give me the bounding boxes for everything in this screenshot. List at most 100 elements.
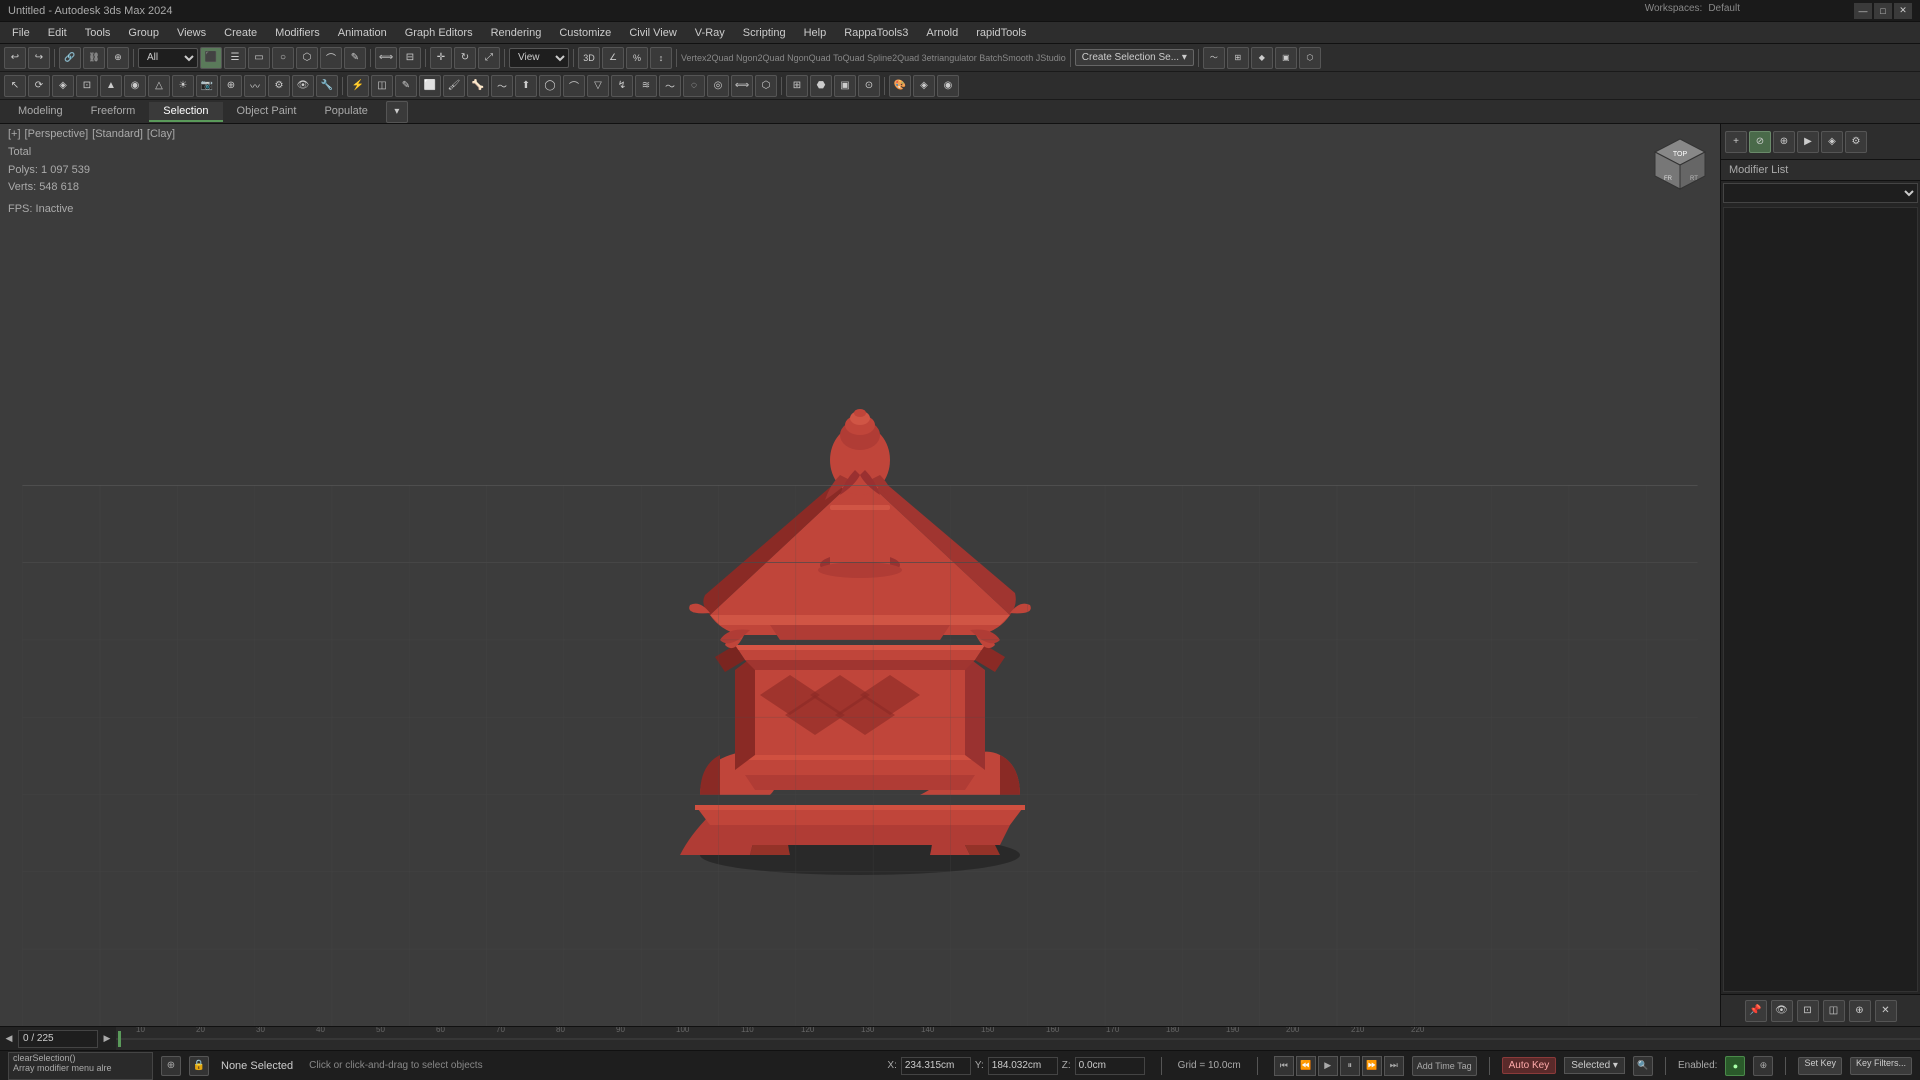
show-end-button[interactable]: ⊡ — [1797, 1000, 1819, 1022]
ffd-btn[interactable]: ⬜ — [419, 75, 441, 97]
viewport[interactable]: [+] [Perspective] [Standard] [Clay] Tota… — [0, 124, 1720, 1026]
menu-rappatools[interactable]: RappaTools3 — [836, 25, 916, 41]
menu-tools[interactable]: Tools — [77, 25, 119, 41]
lock-icon[interactable]: 🔒 — [189, 1056, 209, 1076]
show-original-button[interactable]: ◫ — [1823, 1000, 1845, 1022]
lights-btn[interactable]: ☀ — [172, 75, 194, 97]
tab-modeling[interactable]: Modeling — [4, 102, 77, 122]
fence-select-button[interactable]: ⬡ — [296, 47, 318, 69]
uvwmap-btn[interactable]: ⬣ — [810, 75, 832, 97]
modifier-list-dropdown[interactable] — [1723, 183, 1918, 203]
relax-btn[interactable]: 〜 — [491, 75, 513, 97]
add-time-tag-button[interactable]: Add Time Tag — [1412, 1056, 1477, 1076]
render-setup-button[interactable]: ▣ — [1275, 47, 1297, 69]
unwrap-btn[interactable]: ⊞ — [786, 75, 808, 97]
paint-layers-btn[interactable]: 🎨 — [889, 75, 911, 97]
lasso-select-button[interactable]: ⌒ — [320, 47, 342, 69]
align-button[interactable]: ⊟ — [399, 47, 421, 69]
undo-button[interactable]: ↩ — [4, 47, 26, 69]
cameras-btn[interactable]: 📷 — [196, 75, 218, 97]
timeline-track[interactable]: 10 20 30 40 50 60 70 80 90 100 110 120 1… — [116, 1027, 1920, 1050]
spacewarps-btn[interactable]: 〰 — [244, 75, 266, 97]
menu-customize[interactable]: Customize — [551, 25, 619, 41]
move-button[interactable]: ✛ — [430, 47, 452, 69]
unlink-button[interactable]: ⛓ — [83, 47, 105, 69]
editspline-btn[interactable]: ✎ — [395, 75, 417, 97]
project-btn[interactable]: ▣ — [834, 75, 856, 97]
enabled-toggle[interactable]: ● — [1725, 1056, 1745, 1076]
play-button[interactable]: ▶ — [1318, 1056, 1338, 1076]
viewport-perspective[interactable]: [Perspective] — [25, 128, 89, 140]
scale-button[interactable]: ⤢ — [478, 47, 500, 69]
viewport-plus[interactable]: [+] — [8, 128, 21, 140]
geometry-btn[interactable]: ◉ — [124, 75, 146, 97]
menu-graph-editors[interactable]: Graph Editors — [397, 25, 481, 41]
obj-scale-btn[interactable]: ◈ — [52, 75, 74, 97]
menu-help[interactable]: Help — [796, 25, 835, 41]
select-by-name-button[interactable]: ☰ — [224, 47, 246, 69]
utils-btn[interactable]: 🔧 — [316, 75, 338, 97]
isolate-btn[interactable]: ◈ — [913, 75, 935, 97]
wave-btn[interactable]: 〜 — [659, 75, 681, 97]
xform-btn[interactable]: ⚡ — [347, 75, 369, 97]
render-button[interactable]: ⬡ — [1299, 47, 1321, 69]
tab-freeform[interactable]: Freeform — [77, 102, 150, 122]
twist-btn[interactable]: ↯ — [611, 75, 633, 97]
schematic-button[interactable]: ⊞ — [1227, 47, 1249, 69]
mirror-button[interactable]: ⟺ — [375, 47, 397, 69]
menu-vray[interactable]: V-Ray — [687, 25, 733, 41]
viewport-cube[interactable]: TOP FR RT — [1650, 134, 1710, 194]
menu-rapidtools[interactable]: rapidTools — [968, 25, 1034, 41]
link-button[interactable]: 🔗 — [59, 47, 81, 69]
bend-btn[interactable]: ⌒ — [563, 75, 585, 97]
motion-panel-button[interactable]: ▶ — [1797, 131, 1819, 153]
modify-panel-button[interactable]: ⊘ — [1749, 131, 1771, 153]
taper-btn[interactable]: ▽ — [587, 75, 609, 97]
obj-rotate-btn[interactable]: ⟳ — [28, 75, 50, 97]
crosshair-icon[interactable]: ⊕ — [161, 1056, 181, 1076]
circle-select-button[interactable]: ○ — [272, 47, 294, 69]
select-object-button[interactable]: ⬛ — [200, 47, 222, 69]
rectangular-select-button[interactable]: ▭ — [248, 47, 270, 69]
tab-object-paint[interactable]: Object Paint — [223, 102, 311, 122]
auto-key-button[interactable]: Auto Key — [1502, 1057, 1557, 1074]
skin-btn[interactable]: 🦴 — [467, 75, 489, 97]
editpoly-btn[interactable]: ◫ — [371, 75, 393, 97]
bake-btn[interactable]: ⊙ — [858, 75, 880, 97]
shell-btn[interactable]: ⬡ — [755, 75, 777, 97]
minimize-button[interactable]: — — [1854, 3, 1872, 19]
redo-button[interactable]: ↪ — [28, 47, 50, 69]
paint-select-button[interactable]: ✎ — [344, 47, 366, 69]
viewport-standard[interactable]: [Standard] — [92, 128, 143, 140]
menu-views[interactable]: Views — [169, 25, 214, 41]
expand-tabs-button[interactable]: ▾ — [386, 101, 408, 123]
selected-dropdown[interactable]: Selected ▾ — [1564, 1057, 1625, 1074]
stop-button[interactable]: ⏸ — [1340, 1056, 1360, 1076]
viewport-clay[interactable]: [Clay] — [147, 128, 175, 140]
menu-file[interactable]: File — [4, 25, 38, 41]
timeline-next-button[interactable]: ▶ — [98, 1030, 116, 1048]
pin-stack-button[interactable]: 📌 — [1745, 1000, 1767, 1022]
object-type-btn[interactable]: ▲ — [100, 75, 122, 97]
symmetry-btn[interactable]: ⟺ — [731, 75, 753, 97]
paint-deform-btn[interactable]: 🖌 — [443, 75, 465, 97]
snap-angle-button[interactable]: ∠ — [602, 47, 624, 69]
push-btn[interactable]: ⬆ — [515, 75, 537, 97]
window-controls[interactable]: — □ ✕ — [1854, 3, 1912, 19]
make-unique-button[interactable]: ⊕ — [1849, 1000, 1871, 1022]
bind-button[interactable]: ⊕ — [107, 47, 129, 69]
timeline-prev-button[interactable]: ◀ — [0, 1030, 18, 1048]
remove-modifier-button[interactable]: ✕ — [1875, 1000, 1897, 1022]
display-panel-button[interactable]: ◈ — [1821, 131, 1843, 153]
menu-edit[interactable]: Edit — [40, 25, 75, 41]
search-button[interactable]: 🔍 — [1633, 1056, 1653, 1076]
tab-selection[interactable]: Selection — [149, 102, 222, 122]
menu-animation[interactable]: Animation — [330, 25, 395, 41]
menu-modifiers[interactable]: Modifiers — [267, 25, 328, 41]
create-selection-button[interactable]: Create Selection Se... ▾ — [1075, 49, 1194, 66]
utilities-panel-button[interactable]: ⚙ — [1845, 131, 1867, 153]
menu-civil-view[interactable]: Civil View — [621, 25, 684, 41]
noise-btn[interactable]: ≋ — [635, 75, 657, 97]
layer-dropdown[interactable]: All — [138, 48, 198, 68]
shapes-btn[interactable]: △ — [148, 75, 170, 97]
